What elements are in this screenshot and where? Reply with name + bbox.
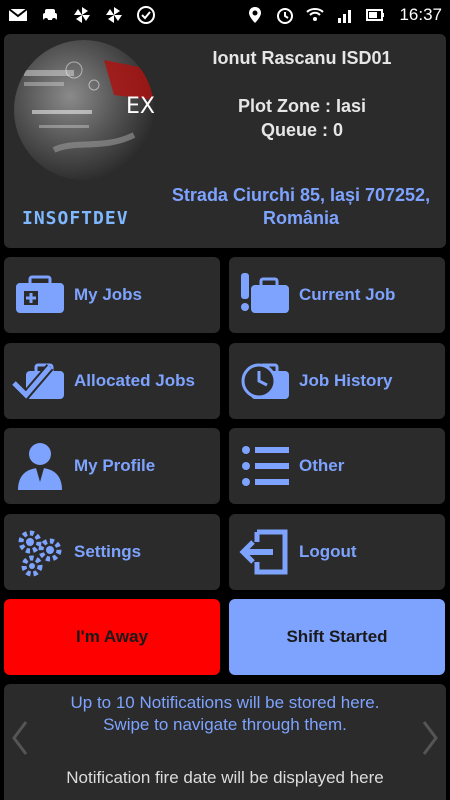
other-button[interactable]: Other: [229, 428, 445, 504]
queue-count: Queue : 0: [260, 120, 344, 140]
driver-name: Ionut Rascanu ISD01: [212, 48, 392, 68]
current-job-button[interactable]: Current Job: [229, 257, 445, 333]
notification-date: Notification fire date will be displayed…: [66, 768, 384, 787]
user-icon: [12, 438, 68, 494]
notification-message: Up to 10 Notifications will be stored he…: [34, 692, 416, 736]
pinwheel-icon: [106, 7, 122, 23]
brand-logo: INSOFTDEV: [22, 208, 129, 229]
driver-header-card: EX INSOFTDEV Ionut Rascanu ISD01 Plot Zo…: [4, 34, 446, 248]
alarm-icon: [277, 8, 294, 24]
my-jobs-label: My Jobs: [74, 285, 143, 304]
briefcase-alert-icon: [237, 267, 293, 323]
allocated-jobs-button[interactable]: Allocated Jobs: [4, 343, 220, 419]
location-icon: [249, 7, 262, 23]
check-circle-icon: [137, 6, 155, 24]
notification-line-1: Up to 10 Notifications will be stored he…: [70, 693, 380, 712]
settings-label: Settings: [74, 542, 142, 561]
job-history-button[interactable]: Job History: [229, 343, 445, 419]
current-address: Strada Ciurchi 85, Iași 707252, România: [171, 185, 431, 228]
notification-line-2: Swipe to navigate through them.: [103, 715, 347, 734]
logo-overlay-text: EX: [126, 94, 155, 119]
shift-started-button[interactable]: Shift Started: [229, 599, 445, 675]
battery-icon: [366, 9, 385, 21]
clock: 16:37: [399, 5, 442, 24]
settings-button[interactable]: Settings: [4, 514, 220, 590]
mail-icon: [8, 8, 28, 21]
briefcase-clock-icon: [237, 353, 293, 409]
gears-icon: [12, 524, 68, 580]
my-profile-button[interactable]: My Profile: [4, 428, 220, 504]
logout-icon: [237, 524, 293, 580]
my-profile-label: My Profile: [74, 456, 156, 475]
chevron-left-icon[interactable]: [10, 720, 30, 756]
pinwheel-icon: [74, 7, 90, 23]
plot-zone: Plot Zone : Iasi: [237, 96, 366, 116]
list-icon: [237, 438, 293, 494]
briefcase-plus-icon: [12, 267, 68, 323]
briefcase-check-icon: [12, 353, 68, 409]
notifications-pager[interactable]: Up to 10 Notifications will be stored he…: [4, 684, 446, 800]
other-label: Other: [299, 456, 345, 475]
signal-icon: [338, 10, 352, 23]
allocated-jobs-label: Allocated Jobs: [74, 371, 195, 390]
wifi-icon: [306, 8, 325, 21]
status-bar: 16:37: [0, 0, 450, 30]
logout-label: Logout: [299, 542, 357, 561]
current-job-label: Current Job: [299, 285, 396, 304]
im-away-button[interactable]: I'm Away: [4, 599, 220, 675]
job-history-label: Job History: [299, 371, 393, 390]
logout-button[interactable]: Logout: [229, 514, 445, 590]
my-jobs-button[interactable]: My Jobs: [4, 257, 220, 333]
car-icon: [43, 9, 57, 22]
chevron-right-icon[interactable]: [420, 720, 440, 756]
